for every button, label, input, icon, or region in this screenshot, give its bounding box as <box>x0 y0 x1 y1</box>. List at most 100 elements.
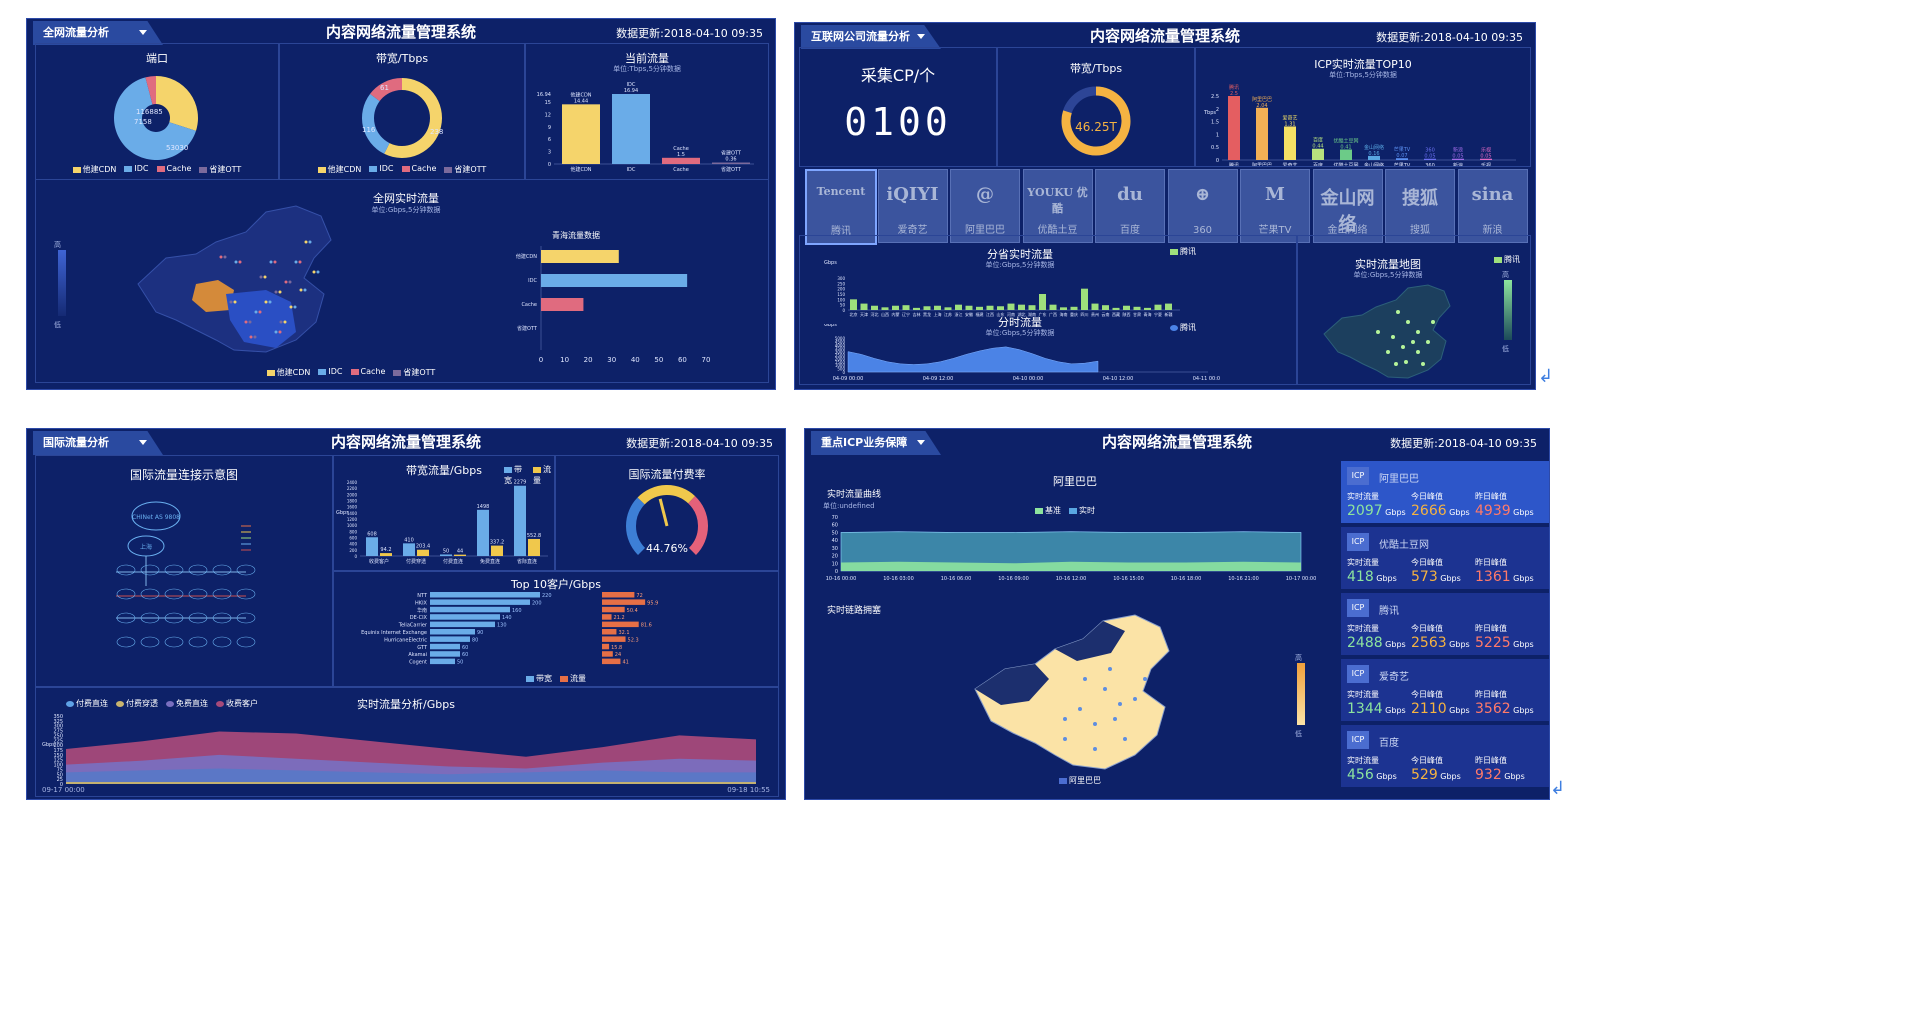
bar-带宽-省际直连 <box>514 485 526 556</box>
bar-value-label: 50 <box>443 548 449 554</box>
legend-item[interactable]: 他建CDN <box>266 367 310 378</box>
bar-value-label: 81.6 <box>641 623 652 629</box>
pie-slice-他建CDN <box>156 76 198 131</box>
icp-card[interactable]: ICP 爱奇艺 实时流量 1344 Gbps 今日峰值 2110 Gbps 昨日峰值 3562… <box>1341 659 1549 721</box>
pie-data-label: 116 <box>362 126 376 134</box>
bar-带宽-DE-CIX <box>430 614 500 620</box>
legend-item[interactable]: 他建CDN <box>317 164 361 175</box>
y-tick-label: 12 <box>545 112 551 118</box>
x-tick-label: 上海 <box>934 311 942 317</box>
bar-流量-GTT <box>602 643 610 650</box>
x-tick-label: 西藏 <box>1112 311 1120 317</box>
y-tick-label: NTT <box>417 593 428 599</box>
x-tick-label: 30 <box>607 356 616 364</box>
legend-item[interactable]: 他建CDN <box>72 164 116 175</box>
bar-流量-收费客户 <box>380 553 392 556</box>
update-time: 数据更新:2018-04-10 09:35 <box>1390 437 1537 450</box>
connect-title: 国际流量连接示意图 <box>129 468 238 482</box>
map-marker <box>1406 320 1410 324</box>
network-node <box>188 564 208 576</box>
x-tick-label: 收费客户 <box>369 558 389 565</box>
icp-logo-2[interactable]: iQIYI 爱奇艺 <box>877 169 948 243</box>
y-tick-label: 2000 <box>347 492 358 497</box>
x-tick-label: 云南 <box>1102 311 1110 317</box>
icp-logo-6[interactable]: ⊕ 360 <box>1167 169 1238 243</box>
icp-logo-9[interactable]: 搜狐 搜狐 <box>1385 169 1455 243</box>
bar-value-label: 94.2 <box>380 547 391 553</box>
legend-item[interactable]: 省建OTT <box>393 367 435 378</box>
realtime-map-legend: 腾讯 <box>1494 254 1520 265</box>
legend-item[interactable]: Cache <box>401 164 436 175</box>
icp-logo-3[interactable]: @ 阿里巴巴 <box>950 169 1020 243</box>
icp-badge: ICP <box>1347 533 1369 551</box>
bar-value-label: 60 <box>462 645 468 651</box>
y-tick-label: 15 <box>545 100 551 106</box>
legend-item[interactable]: 省建OTT <box>199 164 241 175</box>
icp-card[interactable]: ICP 优酷土豆网 实时流量 418 Gbps 今日峰值 573 Gbps 昨日峰值 1361… <box>1341 527 1549 589</box>
icp-logo-1[interactable]: Tencent 腾讯 <box>805 169 877 245</box>
y-axis-label: Gbps <box>336 510 349 516</box>
icp-logo-7[interactable]: M 芒果TV <box>1240 169 1310 243</box>
y-tick-label: 0 <box>842 308 845 313</box>
metric-label: 今日峰值 <box>1411 558 1443 567</box>
icp-logo-8[interactable]: 金山网络 金山网络 <box>1312 169 1383 243</box>
bar-山西 <box>881 307 889 310</box>
bar-云南 <box>1102 305 1109 310</box>
legend-item: 流量 <box>560 673 586 684</box>
bar-河北 <box>871 305 878 310</box>
legend-item[interactable]: IDC <box>369 164 394 175</box>
map-marker <box>1404 360 1408 364</box>
bar-name-label: 他建CDN <box>570 91 591 98</box>
bar-带宽-收费客户 <box>366 537 378 556</box>
bar-value-label: 2279 <box>514 480 527 486</box>
map-marker <box>293 305 297 309</box>
metric-label: 昨日峰值 <box>1475 624 1507 633</box>
bar-流量-Akamai <box>602 651 613 657</box>
icp-card[interactable]: ICP 百度 实时流量 456 Gbps 今日峰值 529 Gbps 昨日峰值 932 Gbp… <box>1341 725 1549 787</box>
map-marker <box>274 290 278 294</box>
x-tick-label: 04-09 00:00 <box>833 376 864 382</box>
map-marker <box>278 290 282 294</box>
province-realtime-box: 分省实时流量 单位:Gbps,5分钟数据 腾讯 Gbps 0 50 100 150 200… <box>799 235 1297 385</box>
icp-card[interactable]: ICP 阿里巴巴 实时流量 2097 Gbps 今日峰值 2666 Gbps 昨日峰值 493… <box>1341 461 1549 523</box>
legend-item[interactable]: IDC <box>318 367 343 378</box>
bar-流量-Equinix Internet Exchange <box>602 629 617 635</box>
x-tick-label: 宁夏 <box>1154 311 1162 317</box>
legend-item[interactable]: IDC <box>124 164 149 175</box>
legend-item[interactable]: 省建OTT <box>444 164 486 175</box>
network-node <box>164 636 184 648</box>
bar-value-label: 1498 <box>477 504 490 510</box>
bar-带宽-付费直连 <box>440 554 452 556</box>
map-marker <box>1103 687 1107 691</box>
map-marker <box>278 330 282 334</box>
icp-logo-5[interactable]: du 百度 <box>1095 169 1165 243</box>
icp-logo-10[interactable]: sina 新浪 <box>1457 169 1528 243</box>
x-tick-label: 04-09 12:00 <box>923 376 954 382</box>
metric-label: 实时流量 <box>1347 756 1379 765</box>
legend-item[interactable]: Cache <box>156 164 191 175</box>
y-tick-label: HurricaneElectric <box>384 637 427 643</box>
connect-diagram: CHINet AS 9808 上海 <box>116 501 256 648</box>
icp-card[interactable]: ICP 腾讯 实时流量 2488 Gbps 今日峰值 2563 Gbps 昨日峰值 5225 … <box>1341 593 1549 655</box>
bar-value-label: 0.41 <box>1340 145 1351 151</box>
icp-logo-4[interactable]: YOUKU 优酷 优酷土豆 <box>1022 169 1093 243</box>
legend-item[interactable]: Cache <box>350 367 385 378</box>
icp-logo-strip: Tencent 腾讯 iQIYI 爱奇艺 @ 阿里巴巴 YOUKU 优酷 优酷土豆 du 百度 ⊕ 3… <box>805 169 1528 245</box>
logo-caption: 爱奇艺 <box>897 225 928 236</box>
top10-customers-chart: NTT 220 72 HKIX 200 95.9 华南 160 50.4 DE-CIX 140 21.… <box>361 592 658 666</box>
bar-value-label: 160 <box>512 608 522 614</box>
logo-mark: M <box>1265 184 1285 205</box>
map-marker <box>316 270 320 274</box>
network-node <box>236 636 256 648</box>
map-marker <box>1118 702 1122 706</box>
company-title: 阿里巴巴 <box>1053 475 1097 488</box>
x-tick-label: 10 <box>560 356 569 364</box>
y-tick-label: 60 <box>832 523 838 529</box>
bar-name-label: 新浪 <box>1453 147 1463 154</box>
map-marker <box>1411 340 1415 344</box>
x-tick-label: IDC <box>627 167 636 173</box>
map-scale-high: 高 <box>54 241 61 249</box>
network-node <box>116 636 136 648</box>
map-marker <box>268 300 272 304</box>
bar-value-label: 140 <box>502 615 512 621</box>
